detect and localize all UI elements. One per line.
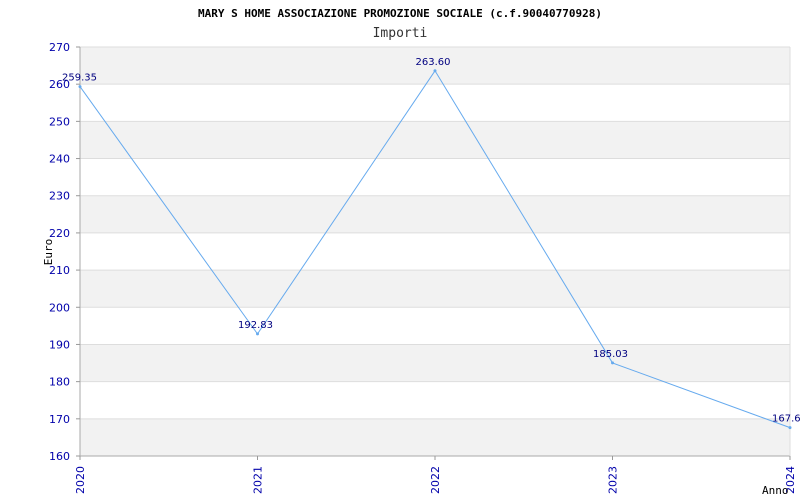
grid-lines [80,46,790,457]
data-point [788,426,792,430]
x-axis-ticks: 2020 2021 2022 2023 2024 [74,456,797,494]
y-tick-label: 180 [49,376,70,389]
y-tick-label: 250 [49,115,70,128]
x-tick-label: 2021 [252,466,265,494]
y-tick-label: 190 [49,338,70,351]
y-tick-label: 220 [49,227,70,240]
data-point [433,69,437,73]
data-label: 259.35 [62,73,97,84]
data-label: 263.60 [416,57,451,68]
grid-band [80,344,790,382]
x-tick-label: 2020 [74,466,87,494]
x-tick-label: 2023 [607,466,620,494]
grid-band [80,195,790,233]
y-tick-label: 200 [49,301,70,314]
chart-title: MARY S HOME ASSOCIAZIONE PROMOZIONE SOCI… [198,7,602,20]
y-tick-label: 240 [49,153,70,166]
line-chart: MARY S HOME ASSOCIAZIONE PROMOZIONE SOCI… [42,7,800,497]
x-tick-label: 2022 [429,466,442,494]
data-point [611,361,614,365]
y-tick-label: 170 [49,413,70,426]
data-label: 185.03 [593,349,628,360]
y-tick-label: 270 [49,41,70,54]
data-point [78,85,82,89]
data-label: 192.83 [238,320,273,331]
x-axis-label: Anno [762,484,789,497]
y-axis-label: Euro [42,239,55,266]
data-label: 167.63 [772,414,800,425]
chart-subtitle: Importi [373,26,428,41]
y-tick-label: 160 [49,450,70,463]
grid-band [80,418,790,456]
axes [79,47,791,457]
y-tick-label: 230 [49,190,70,203]
grid-bands [80,47,790,456]
grid-band [80,270,790,308]
data-point [256,332,259,336]
grid-band [80,121,790,159]
